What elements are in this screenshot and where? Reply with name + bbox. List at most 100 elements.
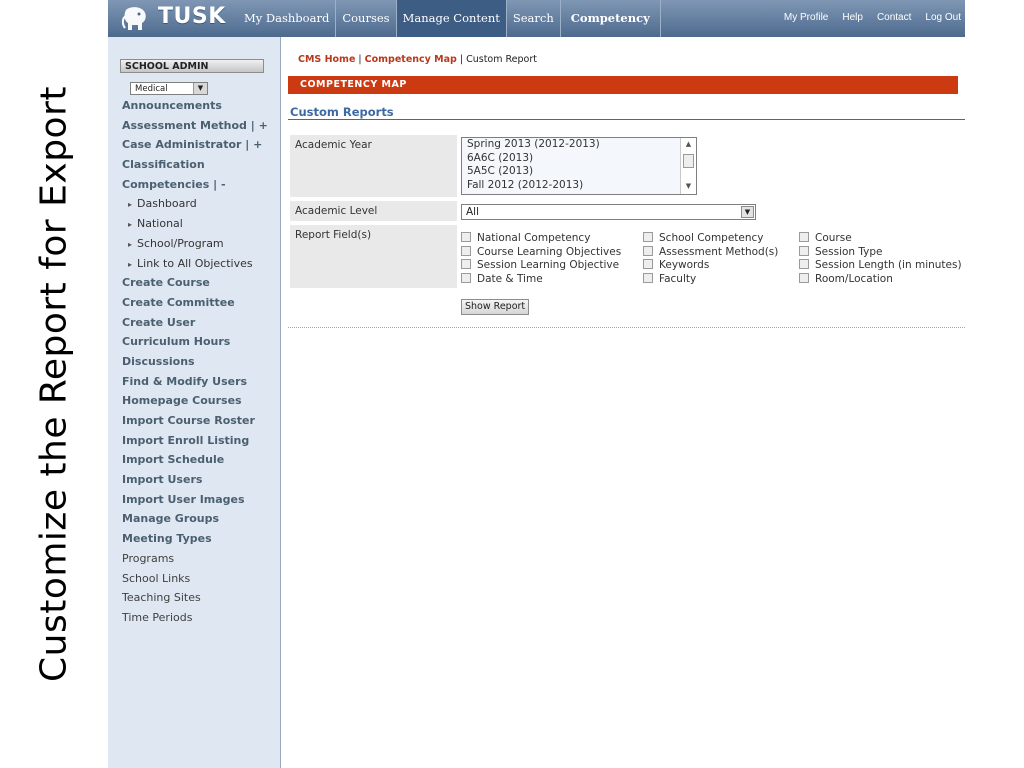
sidebar-item-school-links[interactable]: School Links [122, 572, 268, 592]
checkbox[interactable] [799, 259, 809, 269]
checkbox[interactable] [799, 232, 809, 242]
log-out-link[interactable]: Log Out [925, 0, 961, 37]
sidebar-item-import-course-roster[interactable]: Import Course Roster [122, 414, 268, 434]
nav-search[interactable]: Search [507, 0, 561, 37]
breadcrumb-cms-home[interactable]: CMS Home [298, 54, 355, 65]
checkbox-label: Keywords [659, 259, 710, 271]
academic-year-option[interactable]: Spring 2013 (2012-2013) [462, 138, 696, 152]
sidebar-subitem-school-program[interactable]: School/Program [122, 237, 268, 257]
checkbox-national-competency[interactable]: National Competency [461, 232, 641, 246]
checkbox-label: Course Learning Objectives [477, 245, 622, 258]
sidebar-subitem-national[interactable]: National [122, 217, 268, 237]
listbox-scrollbar[interactable]: ▲ ▼ [680, 138, 696, 194]
checkbox-school-competency[interactable]: School Competency [643, 232, 823, 246]
scroll-up-icon[interactable]: ▲ [681, 140, 696, 150]
checkbox[interactable] [461, 259, 471, 269]
sidebar-item-discussions[interactable]: Discussions [122, 355, 268, 375]
utility-nav: My Profile Help Contact Log Out [784, 0, 961, 37]
logo[interactable]: TUSK [114, 0, 244, 37]
checkbox-course-learning-objectives[interactable]: Course Learning Objectives [461, 245, 641, 260]
sidebar-item-teaching-sites[interactable]: Teaching Sites [122, 591, 268, 611]
breadcrumb-separator: | [355, 54, 365, 65]
checkbox[interactable] [799, 245, 809, 256]
slide-caption-area: Customize the Report for Export [0, 0, 108, 768]
checkbox-course[interactable]: Course [799, 232, 979, 246]
slide-caption: Customize the Report for Export [33, 86, 75, 682]
page-title: Custom Reports [290, 105, 394, 119]
sidebar-links: Announcements Assessment Method | + Case… [122, 99, 268, 631]
school-admin-header: SCHOOL ADMIN [120, 59, 264, 73]
checkbox-room-location[interactable]: Room/Location [799, 272, 979, 287]
checkbox[interactable] [799, 272, 809, 283]
checkbox-date-time[interactable]: Date & Time [461, 272, 641, 287]
checkbox-label: Session Learning Objective [477, 259, 620, 271]
sidebar-item-homepage-courses[interactable]: Homepage Courses [122, 394, 268, 414]
checkbox[interactable] [643, 232, 653, 242]
show-report-button[interactable]: Show Report [461, 299, 530, 315]
divider [288, 327, 965, 328]
sidebar-item-announcements[interactable]: Announcements [122, 99, 268, 119]
checkbox-session-learning-objective[interactable]: Session Learning Objective [461, 259, 641, 273]
sidebar-item-time-periods[interactable]: Time Periods [122, 611, 268, 631]
top-navbar: TUSK My Dashboard Courses Manage Content… [108, 0, 965, 37]
checkbox[interactable] [461, 245, 471, 256]
breadcrumb-separator: | [456, 54, 467, 65]
sidebar-item-case-administrator[interactable]: Case Administrator | + [122, 138, 268, 158]
sidebar-item-create-committee[interactable]: Create Committee [122, 296, 268, 316]
nav-manage-content[interactable]: Manage Content [396, 0, 507, 37]
checkbox-faculty[interactable]: Faculty [643, 272, 823, 287]
sidebar-item-meeting-types[interactable]: Meeting Types [122, 532, 268, 552]
checkbox[interactable] [643, 272, 653, 283]
sidebar-item-assessment-method[interactable]: Assessment Method | + [122, 119, 268, 139]
nav-courses[interactable]: Courses [336, 0, 397, 37]
main-nav: My Dashboard Courses Manage Content Sear… [238, 0, 661, 37]
report-fields-label: Report Field(s) [290, 225, 457, 288]
sidebar-item-import-user-images[interactable]: Import User Images [122, 493, 268, 513]
sidebar-item-import-enroll-listing[interactable]: Import Enroll Listing [122, 434, 268, 454]
breadcrumb-competency-map[interactable]: Competency Map [365, 54, 457, 65]
checkbox-assessment-methods[interactable]: Assessment Method(s) [643, 245, 823, 260]
sidebar-item-find-modify-users[interactable]: Find & Modify Users [122, 375, 268, 395]
tusk-elephant-icon [121, 7, 146, 30]
sidebar-item-create-user[interactable]: Create User [122, 316, 268, 336]
checkbox-label: Session Length (in minutes) [815, 259, 962, 271]
sidebar-item-curriculum-hours[interactable]: Curriculum Hours [122, 335, 268, 355]
sidebar-subitem-link-all-objectives[interactable]: Link to All Objectives [122, 257, 268, 277]
checkbox[interactable] [461, 232, 471, 242]
my-profile-link[interactable]: My Profile [784, 0, 828, 37]
sidebar-subitem-dashboard[interactable]: Dashboard [122, 197, 268, 217]
checkbox-keywords[interactable]: Keywords [643, 259, 823, 273]
checkbox-label: School Competency [659, 232, 764, 244]
sidebar-item-import-schedule[interactable]: Import Schedule [122, 453, 268, 473]
chevron-down-icon: ▼ [193, 83, 207, 94]
sidebar-item-classification[interactable]: Classification [122, 158, 268, 178]
sidebar-item-programs[interactable]: Programs [122, 552, 268, 572]
academic-level-value: All [466, 206, 480, 218]
sidebar-item-competencies[interactable]: Competencies | - [122, 178, 268, 198]
academic-year-option[interactable]: 5A5C (2013) [462, 165, 696, 179]
report-fields-col-3: Course Session Type Session Length (in m… [799, 232, 979, 286]
checkbox[interactable] [461, 272, 471, 283]
sidebar-item-import-users[interactable]: Import Users [122, 473, 268, 493]
academic-year-listbox[interactable]: Spring 2013 (2012-2013) 6A6C (2013) 5A5C… [461, 137, 697, 195]
school-select[interactable]: Medical ▼ [130, 82, 208, 95]
checkbox-session-type[interactable]: Session Type [799, 245, 979, 260]
sidebar-item-manage-groups[interactable]: Manage Groups [122, 512, 268, 532]
checkbox[interactable] [643, 259, 653, 269]
section-banner: COMPETENCY MAP [288, 76, 958, 94]
nav-my-dashboard[interactable]: My Dashboard [238, 0, 337, 37]
banner-title: COMPETENCY MAP [300, 79, 407, 90]
checkbox-label: Session Type [815, 245, 883, 258]
checkbox-session-length[interactable]: Session Length (in minutes) [799, 259, 979, 273]
academic-level-select[interactable]: All ▼ [461, 204, 756, 220]
sidebar-item-create-course[interactable]: Create Course [122, 276, 268, 296]
scroll-down-icon[interactable]: ▼ [681, 182, 696, 192]
academic-year-option[interactable]: 6A6C (2013) [462, 152, 696, 166]
help-link[interactable]: Help [842, 0, 863, 37]
scroll-thumb[interactable] [683, 154, 694, 168]
nav-competency[interactable]: Competency [561, 0, 661, 37]
contact-link[interactable]: Contact [877, 0, 911, 37]
checkbox-label: Date & Time [477, 272, 543, 285]
checkbox[interactable] [643, 245, 653, 256]
academic-year-option[interactable]: Fall 2012 (2012-2013) [462, 179, 696, 193]
